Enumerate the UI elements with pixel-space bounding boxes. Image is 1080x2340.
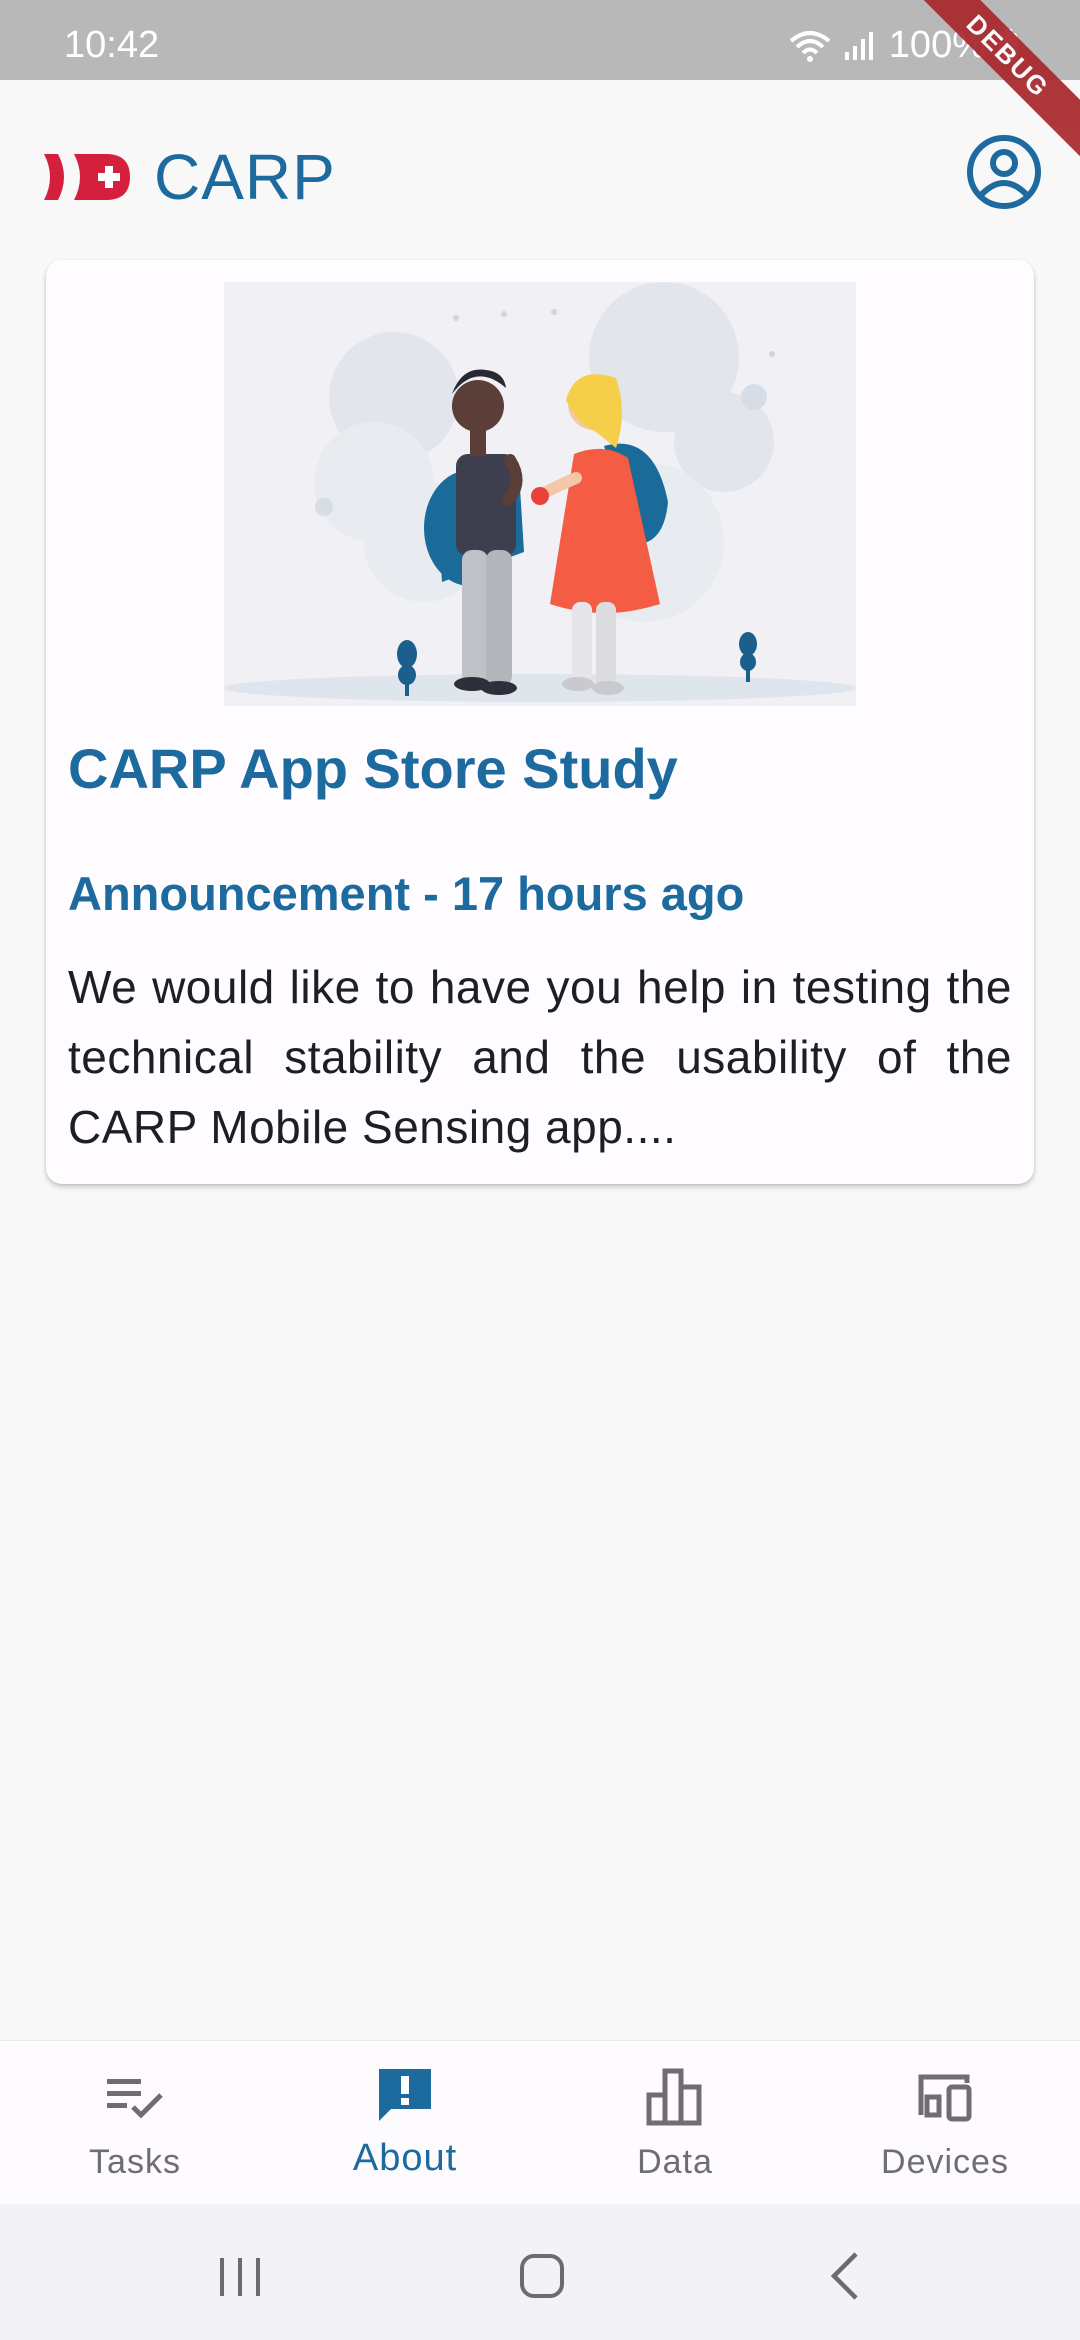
announcement-icon xyxy=(379,2069,431,2121)
bar-chart-icon xyxy=(646,2068,702,2126)
screen: 10:42 100% DEBUG CARP CARP App Store Stu… xyxy=(0,0,1080,2340)
study-illustration xyxy=(224,282,856,706)
signal-icon xyxy=(844,31,873,60)
nav-label-data: Data xyxy=(637,2143,713,2181)
nav-tab-devices[interactable]: Devices xyxy=(810,2041,1080,2205)
nav-label-devices: Devices xyxy=(881,2143,1009,2181)
recent-apps-icon[interactable] xyxy=(210,2246,270,2306)
bottom-navigation: Tasks About Data Devices xyxy=(0,2040,1080,2204)
profile-button[interactable] xyxy=(964,132,1044,212)
nav-tab-about[interactable]: About xyxy=(270,2041,540,2205)
home-icon[interactable] xyxy=(512,2246,572,2306)
study-title: CARP App Store Study xyxy=(68,737,678,800)
logo-text: CARP xyxy=(154,141,336,213)
status-bar: 10:42 100% DEBUG xyxy=(0,0,1080,177)
back-icon[interactable] xyxy=(816,2246,876,2306)
devices-icon xyxy=(918,2074,972,2122)
account-circle-icon xyxy=(967,135,1041,209)
system-navigation-bar xyxy=(0,2204,1080,2340)
carp-logo: CARP xyxy=(44,140,336,214)
announcement-meta: Announcement - 17 hours ago xyxy=(68,867,745,920)
wifi-icon xyxy=(789,30,831,62)
announcement-body: We would like to have you help in testin… xyxy=(68,961,1012,1153)
nav-tab-data[interactable]: Data xyxy=(540,2041,810,2205)
app-bar: CARP xyxy=(0,80,1080,260)
tasks-icon xyxy=(107,2079,163,2119)
carp-logo-icon xyxy=(44,154,130,200)
announcement-card[interactable]: CARP App Store Study Announcement - 17 h… xyxy=(46,260,1034,1184)
nav-tab-tasks[interactable]: Tasks xyxy=(0,2041,270,2205)
status-time: 10:42 xyxy=(64,24,160,66)
nav-label-about: About xyxy=(352,2137,458,2179)
nav-label-tasks: Tasks xyxy=(89,2143,181,2181)
